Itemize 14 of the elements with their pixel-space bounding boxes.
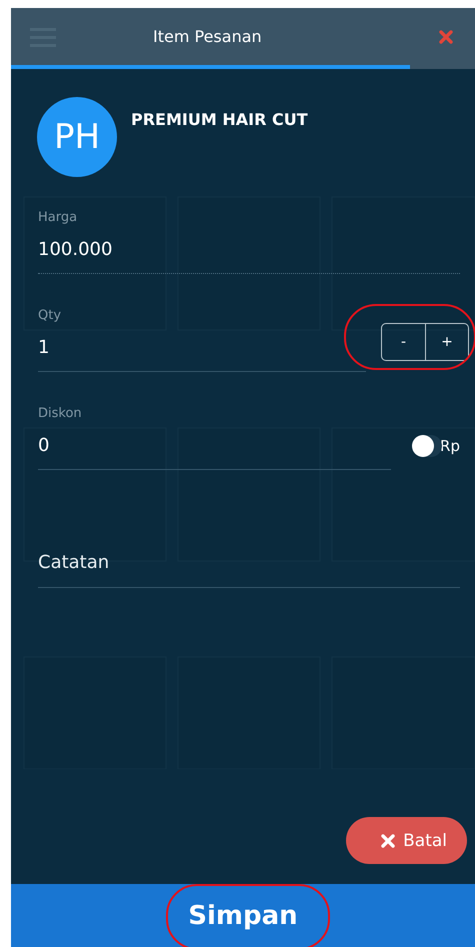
input-field[interactable]: Harga 100.000	[38, 209, 460, 274]
unit-label: Rp	[440, 437, 460, 455]
save-button[interactable]: Simpan	[180, 896, 306, 934]
input-field[interactable]: Qty 1	[38, 307, 366, 372]
stepper-button[interactable]: +	[425, 324, 468, 360]
input-field[interactable]: Diskon 0	[38, 405, 392, 470]
dialog-title: Item Pesanan	[153, 27, 263, 46]
item-name: PREMIUM HAIR CUT	[131, 110, 308, 131]
close-icon[interactable]	[439, 30, 453, 44]
stepper-button[interactable]: -	[382, 324, 425, 360]
cancel-button[interactable]: Batal	[346, 817, 467, 864]
item-avatar: PH	[37, 97, 117, 177]
input-field[interactable]: Catatan	[38, 551, 460, 588]
close-icon	[381, 834, 396, 848]
